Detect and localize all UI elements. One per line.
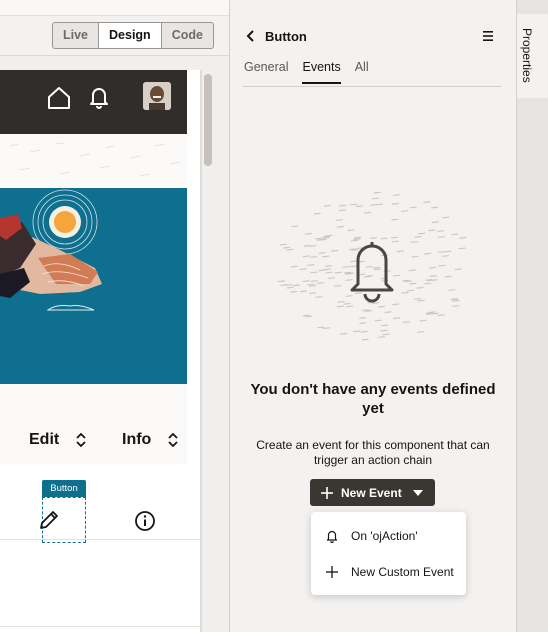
new-event-button[interactable]: New Event (310, 479, 435, 506)
new-event-label: New Event (341, 485, 402, 500)
plus-icon (326, 566, 338, 578)
caret-down-icon[interactable] (412, 489, 423, 496)
mode-switch: Live Design Code (52, 22, 214, 49)
menu-item-label: New Custom Event (351, 565, 454, 579)
code-mode-button[interactable]: Code (162, 23, 213, 48)
chevron-updown-icon[interactable] (167, 431, 179, 449)
live-mode-button[interactable]: Live (53, 23, 100, 48)
back-chevron-icon[interactable] (246, 29, 256, 43)
menu-item-new-custom-event[interactable]: New Custom Event (311, 555, 466, 589)
panel-title: Button (265, 29, 307, 44)
properties-rail-label: Properties (520, 28, 534, 83)
info-label[interactable]: Info (122, 431, 151, 449)
tab-general[interactable]: General (244, 60, 288, 84)
page-preview (0, 70, 201, 632)
empty-state-title: You don't have any events defined yet (250, 381, 496, 417)
canvas-scroll-thumb[interactable] (204, 74, 212, 166)
menu-item-label: On 'ojAction' (351, 529, 418, 543)
menu-item-on-ojaction[interactable]: On 'ojAction' (311, 519, 466, 553)
top-strip (0, 0, 229, 16)
app-header (0, 70, 187, 134)
tabs-divider (243, 86, 501, 87)
selected-component-tag: Button (42, 480, 86, 497)
design-mode-button[interactable]: Design (99, 23, 162, 48)
info-icon[interactable] (134, 510, 156, 532)
notifications-bell-icon[interactable] (88, 85, 110, 109)
footer-row (0, 626, 200, 632)
bell-icon (326, 530, 338, 543)
edit-label[interactable]: Edit (29, 431, 59, 449)
toolbar-row (0, 464, 200, 540)
chevron-updown-icon[interactable] (75, 431, 87, 449)
empty-state-bell-illustration (277, 191, 467, 341)
empty-state-description: Create an event for this component that … (256, 438, 490, 467)
new-event-dropdown: On 'ojAction' New Custom Event (311, 512, 466, 595)
tab-events[interactable]: Events (302, 60, 341, 84)
plus-icon (321, 486, 333, 499)
design-canvas (0, 56, 229, 632)
texture-band (0, 134, 187, 188)
tab-all[interactable]: All (355, 60, 369, 84)
panel-tabs: General Events All (244, 60, 383, 84)
pencil-icon[interactable] (38, 509, 60, 531)
hamburger-menu-icon[interactable] (482, 30, 494, 42)
hero-illustration (0, 188, 187, 384)
content-area (0, 384, 187, 464)
user-avatar[interactable] (143, 82, 171, 110)
home-icon[interactable] (46, 85, 72, 111)
